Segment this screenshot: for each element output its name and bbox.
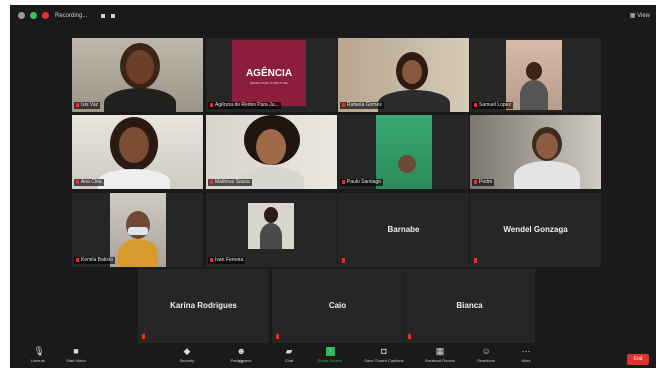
participant-tile-no-video[interactable]: Barnabe [338,193,469,267]
mic-muted-icon [142,334,145,339]
participant-tile-no-video[interactable]: Wendel Gonzaga [470,193,601,267]
video-feed [470,38,601,112]
mic-muted-icon [342,180,345,184]
video-feed [338,115,469,189]
breakout-rooms-icon: ▦ [435,346,445,356]
smiley-icon: ☺ [481,346,491,356]
participant-name: Ana Cléa [74,179,104,186]
participant-name: Karina Rodrigues [170,301,237,310]
video-tile[interactable]: Paulo Santiago [338,115,469,189]
participant-name: Agência de Redes Para Ju... [208,102,281,109]
mic-muted-icon [342,258,345,263]
video-camera-off-icon: ■ [73,346,79,356]
participant-tile-no-video[interactable]: Karina Rodrigues [138,269,269,343]
mic-muted-icon [76,258,79,262]
video-tile[interactable]: Ivan Ferreira [206,193,337,267]
video-tile[interactable]: Isis Vaz [72,38,203,112]
video-tile[interactable]: Pedro [470,115,601,189]
grid-icon: ▦ [629,13,638,19]
participants-icon: ☻15 [236,346,246,365]
participant-name: Samuel Lopez [472,102,513,109]
video-tile[interactable]: Rafaela Gomes [338,38,469,112]
more-button[interactable]: ⋯ More [506,346,546,364]
breakout-rooms-button[interactable]: ▦ Breakout Rooms [420,346,460,364]
security-button[interactable]: ◆ Security [167,346,207,364]
start-video-button[interactable]: ■ Start Video [56,346,96,364]
mic-muted-icon [408,334,411,339]
participant-name: Rafaela Gomes [340,102,384,109]
participant-name: Isis Vaz [74,102,101,109]
participant-name: Pedro [472,179,495,186]
participants-button[interactable]: ☻15 Participants [221,346,261,365]
top-bar: Recording... ▦ View [10,5,656,27]
participant-name: Ivan Ferreira [208,257,246,264]
participant-name: Kemila Batista [74,257,115,264]
stop-recording-icon[interactable] [111,14,115,18]
shield-icon[interactable] [18,12,25,19]
agencia-logo: AGÊNCIA REDES PARA JUVENTUDE [232,40,306,106]
mic-muted-icon [474,180,477,184]
mic-muted-icon [474,258,477,263]
video-tile[interactable]: Matheus Souza [206,115,337,189]
mic-muted-icon [76,103,79,107]
participant-name: Wendel Gonzaga [503,225,568,234]
video-feed: AGÊNCIA REDES PARA JUVENTUDE [206,38,337,112]
video-feed [206,115,337,189]
captions-icon: ◘ [381,346,387,356]
meeting-window: Recording... ▦ View Isis Vaz AGÊNCIA RED… [10,5,656,368]
recording-status: Recording... [55,13,88,19]
mic-muted-icon [210,258,213,262]
participant-name: Barnabe [387,225,420,234]
unmute-button[interactable]: 🎙 Unmute [18,346,58,364]
participant-tile-no-video[interactable]: Bianca [404,269,535,343]
video-tile[interactable]: AGÊNCIA REDES PARA JUVENTUDE Agência de … [206,38,337,112]
video-feed [470,115,601,189]
video-tile-active-speaker[interactable]: Samuel Lopez [470,38,601,112]
participant-name: Bianca [456,301,483,310]
video-tile[interactable]: Kemila Batista [72,193,203,267]
record-icon [42,12,49,19]
video-feed [338,38,469,112]
shield-icon: ◆ [183,346,191,356]
microphone-muted-icon: 🎙 [33,346,45,356]
share-screen-button[interactable]: ↑ Share Screen [310,347,350,363]
video-feed [206,193,337,267]
meeting-toolbar: 🎙 Unmute ■ Start Video ◆ Security ☻15 Partic… [10,345,656,368]
mic-muted-icon [210,180,213,184]
mic-muted-icon [342,103,345,107]
pause-recording-icon[interactable] [101,14,105,18]
mic-muted-icon [76,180,79,184]
participant-name: Paulo Santiago [340,179,383,186]
end-meeting-button[interactable]: End [627,354,649,365]
participant-name: Matheus Souza [208,179,252,186]
participant-name: Caio [328,301,347,310]
connection-icon[interactable] [30,12,37,19]
video-feed [72,193,203,267]
video-tile[interactable]: Ana Cléa [72,115,203,189]
mic-muted-icon [210,103,213,107]
save-closed-captions-button[interactable]: ◘ Save Closed Captions [362,346,406,364]
participant-tile-no-video[interactable]: Caio [272,269,403,343]
chat-icon: ▰ [285,346,293,356]
chat-button[interactable]: ▰ Chat [269,346,309,364]
share-screen-icon: ↑ [325,347,335,356]
video-feed [72,38,203,112]
mic-muted-icon [474,103,477,107]
reactions-button[interactable]: ☺ Reactions [466,346,506,364]
view-button[interactable]: ▦ View [630,10,650,22]
more-dots-icon: ⋯ [521,346,531,356]
mic-muted-icon [276,334,279,339]
video-feed [72,115,203,189]
